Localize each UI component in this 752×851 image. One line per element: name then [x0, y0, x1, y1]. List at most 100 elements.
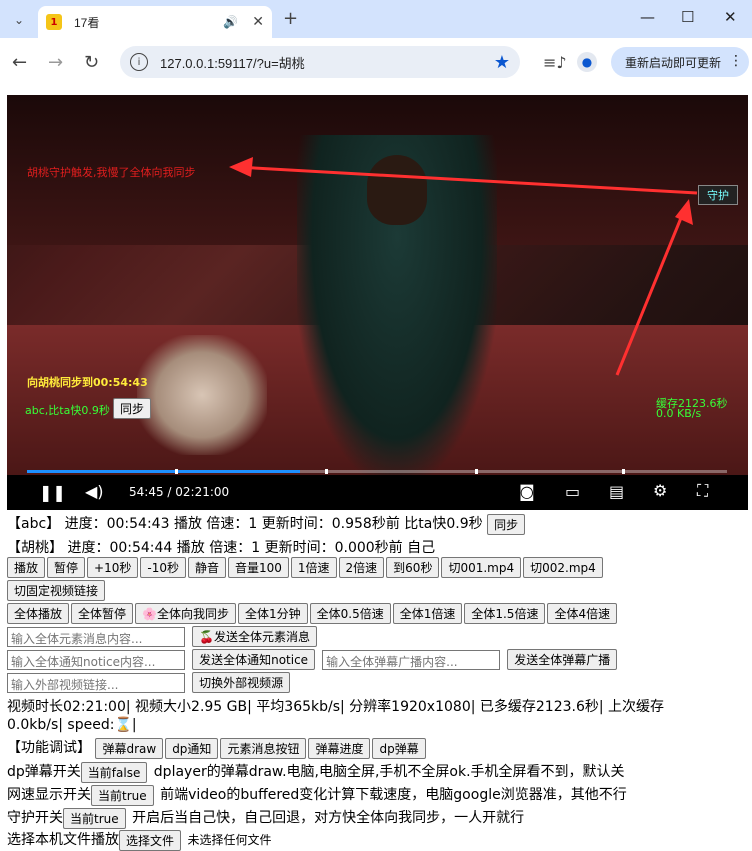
tab-favicon-icon: 1	[46, 14, 62, 30]
guard-message: 胡桃守护触发,我慢了全体向我同步	[27, 166, 196, 179]
row3-button-0[interactable]: 全体播放	[7, 603, 70, 624]
player-controls: ❚❚ ◀) 54:45 / 02:21:00 ◙ ▭ ▤ ⚙ ⛶	[7, 475, 748, 510]
notice-input[interactable]: 输入全体通知notice内容...	[7, 649, 185, 670]
send-notice-button[interactable]: 发送全体通知notice	[192, 649, 316, 670]
download-speed: 0.0 KB/s	[656, 407, 702, 420]
progress-fill	[27, 470, 300, 473]
abc-status: 【abc】 进度：00:54:43 播放 倍速：1 更新时间：0.958秒前 比…	[7, 516, 483, 532]
switch-external-button[interactable]: 切换外部视频源	[192, 672, 291, 693]
abc-faster-message: abc,比ta快0.9秒	[25, 404, 110, 417]
file-label: 选择本机文件播放	[7, 832, 119, 848]
guard-toggle-row: 守护开关 当前true 开启后当自己快，自己回退，对方快全体向我同步，一人开就行	[7, 807, 524, 829]
dp-toggle-desc: dplayer的弹幕draw.电脑,电脑全屏,手机不全屏ok.手机全屏看不到，默…	[153, 764, 625, 780]
file-row: 选择本机文件播放 选择文件 未选择任何文件	[7, 829, 271, 851]
screenshot-icon[interactable]: ◙	[519, 482, 535, 501]
external-video-input[interactable]: 输入外部视频链接...	[7, 672, 185, 693]
send-element-msg-button[interactable]: 🍒发送全体元素消息	[192, 626, 318, 647]
debug-row: 【功能调试】 弹幕draw dp通知 元素消息按钮 弹幕进度 dp弹幕	[7, 737, 428, 759]
notice-row: 输入全体通知notice内容... 发送全体通知notice 输入全体弹幕广播内…	[7, 649, 619, 670]
row3-button-6[interactable]: 全体1.5倍速	[464, 603, 546, 624]
pause-icon[interactable]: ❚❚	[39, 483, 66, 502]
control-row-3: 全体播放 全体暂停 🌸全体向我同步 全体1分钟 全体0.5倍速 全体1倍速 全体1.5倍速全…	[7, 603, 619, 624]
row3-button-3[interactable]: 全体1分钟	[237, 603, 308, 624]
debug-button-4[interactable]: dp弹幕	[372, 737, 426, 759]
danmaku-icon[interactable]: ▭	[565, 482, 580, 501]
net-toggle-label: 网速显示开关	[7, 787, 91, 803]
row1-button-6[interactable]: 1倍速	[290, 557, 337, 578]
abc-status-row: 【abc】 进度：00:54:43 播放 倍速：1 更新时间：0.958秒前 比…	[7, 513, 527, 535]
net-toggle-desc: 前端video的buffered变化计算下载速度，电脑google浏览器准，其他…	[160, 787, 627, 803]
send-danmu-button[interactable]: 发送全体弹幕广播	[507, 649, 618, 670]
maximize-icon[interactable]: ☐	[681, 8, 694, 26]
profile-avatar-icon[interactable]: ●	[577, 52, 597, 72]
audio-playing-icon[interactable]: 🔊	[223, 15, 238, 29]
dp-toggle-row: dp弹幕开关 当前false dplayer的弹幕draw.电脑,电脑全屏,手机不…	[7, 761, 625, 783]
net-toggle-row: 网速显示开关 当前true 前端video的buffered变化计算下载速度，电脑…	[7, 784, 627, 806]
fullscreen-icon[interactable]: ⛶	[697, 481, 708, 501]
guard-toggle-button[interactable]: 当前true	[63, 807, 126, 829]
dp-toggle-button[interactable]: 当前false	[80, 761, 148, 783]
close-window-icon[interactable]: ✕	[724, 8, 737, 26]
video-player[interactable]: 胡桃守护触发,我慢了全体向我同步 守护 向胡桃同步到00:54:43 abc,比…	[7, 95, 748, 510]
close-tab-icon[interactable]: ✕	[252, 14, 264, 30]
row1-button-0[interactable]: 播放	[7, 557, 46, 578]
control-row-2: 切固定视频链接	[7, 580, 107, 601]
guard-toggle-desc: 开启后当自己快，自己回退，对方快全体向我同步，一人开就行	[132, 810, 525, 826]
debug-button-1[interactable]: dp通知	[165, 737, 219, 759]
browser-tab[interactable]: 1 17看 🔊 ✕	[38, 6, 272, 38]
row1-button-4[interactable]: 静音	[187, 557, 226, 578]
url-text[interactable]: 127.0.0.1:59117/?u=胡桃	[160, 53, 494, 72]
row1-button-5[interactable]: 音量100	[227, 557, 289, 578]
element-msg-input[interactable]: 输入全体元素消息内容...	[7, 626, 185, 647]
external-video-row: 输入外部视频链接... 切换外部视频源	[7, 672, 292, 693]
settings-gear-icon[interactable]: ⚙	[653, 481, 667, 500]
media-control-icon[interactable]: ≡♪	[543, 53, 567, 72]
new-tab-icon[interactable]: +	[283, 8, 298, 29]
forward-icon[interactable]: →	[48, 52, 63, 73]
row2-button-0[interactable]: 切固定视频链接	[7, 580, 106, 601]
tab-search-icon[interactable]: ⌄	[8, 9, 30, 31]
time-display: 54:45 / 02:21:00	[129, 485, 230, 499]
row3-button-4[interactable]: 全体0.5倍速	[309, 603, 391, 624]
dp-toggle-label: dp弹幕开关	[7, 764, 81, 780]
tab-title: 17看	[74, 15, 100, 30]
restart-label: 重新启动即可更新	[625, 55, 722, 70]
row3-button-2[interactable]: 🌸全体向我同步	[135, 603, 236, 624]
debug-button-2[interactable]: 元素消息按钮	[220, 737, 307, 759]
choose-file-button[interactable]: 选择文件	[119, 829, 182, 851]
minimize-icon[interactable]: —	[640, 8, 655, 26]
site-info-icon[interactable]: i	[130, 53, 148, 71]
control-row-1: 播放 暂停 +10秒 -10秒 静音 音量100 1倍速 2倍速 到60秒 切001.mp4 切00…	[7, 557, 605, 578]
guard-toggle-label: 守护开关	[7, 810, 63, 826]
row1-button-9[interactable]: 切001.mp4	[441, 557, 522, 578]
guard-button[interactable]: 守护	[698, 185, 738, 205]
reload-icon[interactable]: ↻	[84, 52, 99, 73]
subtitle-icon[interactable]: ▤	[609, 482, 624, 501]
row1-button-7[interactable]: 2倍速	[338, 557, 385, 578]
back-icon[interactable]: ←	[12, 52, 27, 73]
debug-label: 【功能调试】	[7, 740, 91, 756]
row1-button-3[interactable]: -10秒	[140, 557, 186, 578]
sync-message: 向胡桃同步到00:54:43	[27, 376, 148, 389]
row1-button-2[interactable]: +10秒	[87, 557, 139, 578]
video-info-1: 视频时长02:21:00| 视频大小2.95 GB| 平均365kb/s| 分辨…	[7, 699, 665, 715]
overlay-sync-button[interactable]: 同步	[113, 398, 152, 419]
menu-dots-icon[interactable]: ⋮	[729, 53, 743, 69]
restart-update-button[interactable]: 重新启动即可更新 ⋮	[611, 47, 749, 77]
row3-button-5[interactable]: 全体1倍速	[392, 603, 463, 624]
row1-button-10[interactable]: 切002.mp4	[523, 557, 603, 578]
debug-button-0[interactable]: 弹幕draw	[95, 737, 164, 759]
element-msg-row: 输入全体元素消息内容... 🍒发送全体元素消息	[7, 626, 319, 647]
abc-sync-button[interactable]: 同步	[487, 513, 526, 535]
progress-bar[interactable]	[27, 469, 727, 474]
row3-button-1[interactable]: 全体暂停	[71, 603, 134, 624]
row1-button-1[interactable]: 暂停	[47, 557, 86, 578]
debug-button-3[interactable]: 弹幕进度	[308, 737, 371, 759]
volume-icon[interactable]: ◀)	[85, 482, 104, 501]
row3-button-7[interactable]: 全体4倍速	[547, 603, 618, 624]
danmu-input[interactable]: 输入全体弹幕广播内容...	[322, 649, 501, 670]
address-bar[interactable]: i 127.0.0.1:59117/?u=胡桃 ★	[120, 46, 520, 78]
bookmark-star-icon[interactable]: ★	[494, 52, 510, 73]
net-toggle-button[interactable]: 当前true	[91, 784, 154, 806]
row1-button-8[interactable]: 到60秒	[386, 557, 440, 578]
